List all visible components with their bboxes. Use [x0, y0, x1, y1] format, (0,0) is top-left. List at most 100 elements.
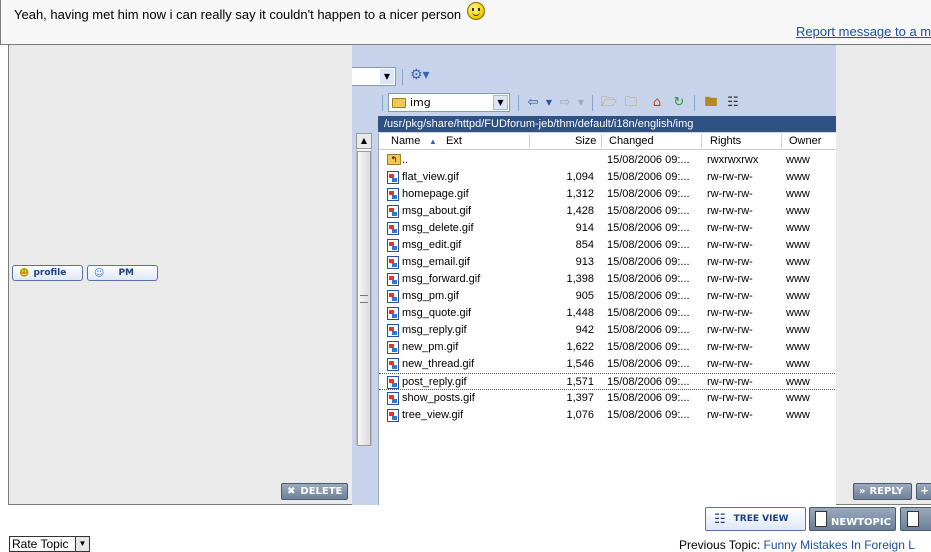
chevron-down-icon[interactable]: ▼	[572, 95, 590, 111]
column-divider[interactable]	[529, 134, 530, 148]
column-size[interactable]: Size	[575, 135, 596, 147]
file-size: 905	[575, 290, 594, 302]
file-manager-screenshot: ▼ ⚙▾ img ▼ ⇦ ▼ ⇨ ▼ 🗁 🗀 ⌂ ↻ 🖿 ☷ /usr/pkg/…	[352, 45, 836, 505]
chevron-down-icon: ▼	[493, 95, 508, 110]
file-row[interactable]: tree_view.gif 1,076 15/08/2006 09:... rw-rw…	[379, 407, 836, 424]
file-changed: 15/08/2006 09:...	[607, 205, 690, 217]
tree-view-button[interactable]: ☷ TREE VIEW	[705, 507, 806, 531]
pm-button[interactable]: ☺ PM	[87, 265, 158, 281]
tree-icon[interactable]: ☷	[724, 95, 742, 111]
toolbar-separator	[382, 95, 383, 111]
file-name: msg_delete.gif	[402, 222, 474, 234]
file-name: tree_view.gif	[402, 409, 464, 421]
file-row[interactable]: msg_pm.gif 905 15/08/2006 09:... rw-rw-rw-w…	[379, 288, 836, 305]
gif-file-icon	[387, 307, 399, 320]
reply-button[interactable]: » REPLY	[853, 483, 912, 500]
column-ext[interactable]: Ext	[446, 135, 462, 147]
gif-file-icon	[387, 392, 399, 405]
folder-icon[interactable]: 🖿	[702, 95, 720, 111]
file-owner: www	[786, 188, 810, 200]
file-changed: 15/08/2006 09:...	[607, 409, 690, 421]
gif-file-icon	[387, 409, 399, 422]
gif-file-icon	[387, 358, 399, 371]
file-name: homepage.gif	[402, 188, 469, 200]
file-rights: rw-rw-rw-	[707, 256, 753, 268]
file-row[interactable]: new_pm.gif 1,622 15/08/2006 09:... rw-rw-rw…	[379, 339, 836, 356]
file-owner: www	[786, 392, 810, 404]
column-name[interactable]: Name	[391, 135, 420, 147]
file-row[interactable]: msg_forward.gif 1,398 15/08/2006 09:... rw-…	[379, 271, 836, 288]
report-message-link[interactable]: Report message to a m	[796, 24, 931, 39]
gif-file-icon	[387, 273, 399, 286]
column-changed[interactable]: Changed	[609, 135, 654, 147]
file-owner: www	[786, 256, 810, 268]
document-icon	[815, 511, 827, 527]
rate-topic-value: Rate Topic	[12, 537, 69, 551]
gif-file-icon	[387, 256, 399, 269]
column-divider[interactable]	[701, 134, 702, 148]
gif-file-icon	[387, 205, 399, 218]
file-rights: rw-rw-rw-	[707, 273, 753, 285]
file-changed: 15/08/2006 09:...	[607, 239, 690, 251]
file-owner: www	[786, 409, 810, 421]
file-size: 1,076	[566, 409, 594, 421]
file-size: 913	[575, 256, 594, 268]
file-row[interactable]: show_posts.gif 1,397 15/08/2006 09:... rw-r…	[379, 390, 836, 407]
file-row[interactable]: flat_view.gif 1,094 15/08/2006 09:... rw-rw…	[379, 169, 836, 186]
file-name: show_posts.gif	[402, 392, 475, 404]
file-changed: 15/08/2006 09:...	[607, 324, 690, 336]
file-changed: 15/08/2006 09:...	[607, 290, 690, 302]
column-divider[interactable]	[601, 134, 602, 148]
quote-button[interactable]: +	[916, 483, 931, 500]
file-list: Name ▲ Ext Size Changed Rights Owner ↰..…	[378, 133, 836, 505]
file-owner: www	[786, 358, 810, 370]
file-row[interactable]: msg_quote.gif 1,448 15/08/2006 09:... rw-rw…	[379, 305, 836, 322]
file-size: 914	[575, 222, 594, 234]
rate-topic-select[interactable]: Rate Topic ▼	[9, 536, 90, 552]
file-row[interactable]: msg_reply.gif 942 15/08/2006 09:... rw-rw-r…	[379, 322, 836, 339]
profile-button[interactable]: ☻ profile	[12, 265, 83, 281]
file-rights: rw-rw-rw-	[707, 290, 753, 302]
reply-icon: »	[859, 486, 866, 497]
delete-button[interactable]: ✖ DELETE	[281, 483, 348, 500]
file-row[interactable]: msg_about.gif 1,428 15/08/2006 09:... rw-rw…	[379, 203, 836, 220]
file-name: msg_pm.gif	[402, 290, 459, 302]
previous-topic-link[interactable]: Funny Mistakes In Foreign L	[764, 538, 915, 552]
toolbar-separator	[402, 69, 403, 85]
drive-combo[interactable]: ▼	[352, 67, 396, 86]
gif-file-icon	[387, 239, 399, 252]
file-row[interactable]: msg_edit.gif 854 15/08/2006 09:... rw-rw-rw…	[379, 237, 836, 254]
file-size: 1,094	[566, 171, 594, 183]
file-size: 1,571	[566, 376, 594, 388]
reply-topic-button[interactable]	[900, 507, 931, 531]
address-bar[interactable]: /usr/pkg/share/httpd/FUDforum-jeb/thm/de…	[378, 116, 836, 132]
file-rights: rw-rw-rw-	[707, 358, 753, 370]
file-row[interactable]: new_thread.gif 1,546 15/08/2006 09:... rw-r…	[379, 356, 836, 373]
new-topic-label: NEWTOPIC	[831, 516, 891, 528]
profile-button-label: profile	[33, 268, 67, 278]
column-owner[interactable]: Owner	[789, 135, 821, 147]
root-folder-icon[interactable]: 🗀	[622, 95, 640, 111]
gif-file-icon	[387, 171, 399, 184]
file-row[interactable]: homepage.gif 1,312 15/08/2006 09:... rw-rw-…	[379, 186, 836, 203]
home-icon[interactable]: ⌂	[648, 95, 666, 111]
file-row[interactable]: post_reply.gif 1,571 15/08/2006 09:... rw-r…	[379, 373, 836, 390]
refresh-icon[interactable]: ↻	[670, 95, 688, 111]
file-owner: www	[786, 222, 810, 234]
scroll-up-icon[interactable]: ▲	[356, 133, 372, 149]
new-topic-button[interactable]: NEWTOPIC	[809, 507, 896, 531]
path-combo[interactable]: img ▼	[388, 93, 510, 112]
file-row[interactable]: msg_email.gif 913 15/08/2006 09:... rw-rw-r…	[379, 254, 836, 271]
column-rights[interactable]: Rights	[710, 135, 741, 147]
column-divider[interactable]	[781, 134, 782, 148]
file-row[interactable]: msg_delete.gif 914 15/08/2006 09:... rw-rw-…	[379, 220, 836, 237]
file-owner: www	[786, 341, 810, 353]
file-rights: rw-rw-rw-	[707, 341, 753, 353]
sort-up-icon: ▲	[429, 137, 437, 146]
file-size: 1,428	[566, 205, 594, 217]
file-row[interactable]: ↰.. 15/08/2006 09:... rwxrwxrwx www	[379, 152, 836, 169]
parent-folder-icon[interactable]: 🗁	[600, 95, 618, 111]
gear-icon[interactable]: ⚙▾	[410, 67, 430, 85]
file-changed: 15/08/2006 09:...	[607, 171, 690, 183]
file-owner: www	[786, 324, 810, 336]
